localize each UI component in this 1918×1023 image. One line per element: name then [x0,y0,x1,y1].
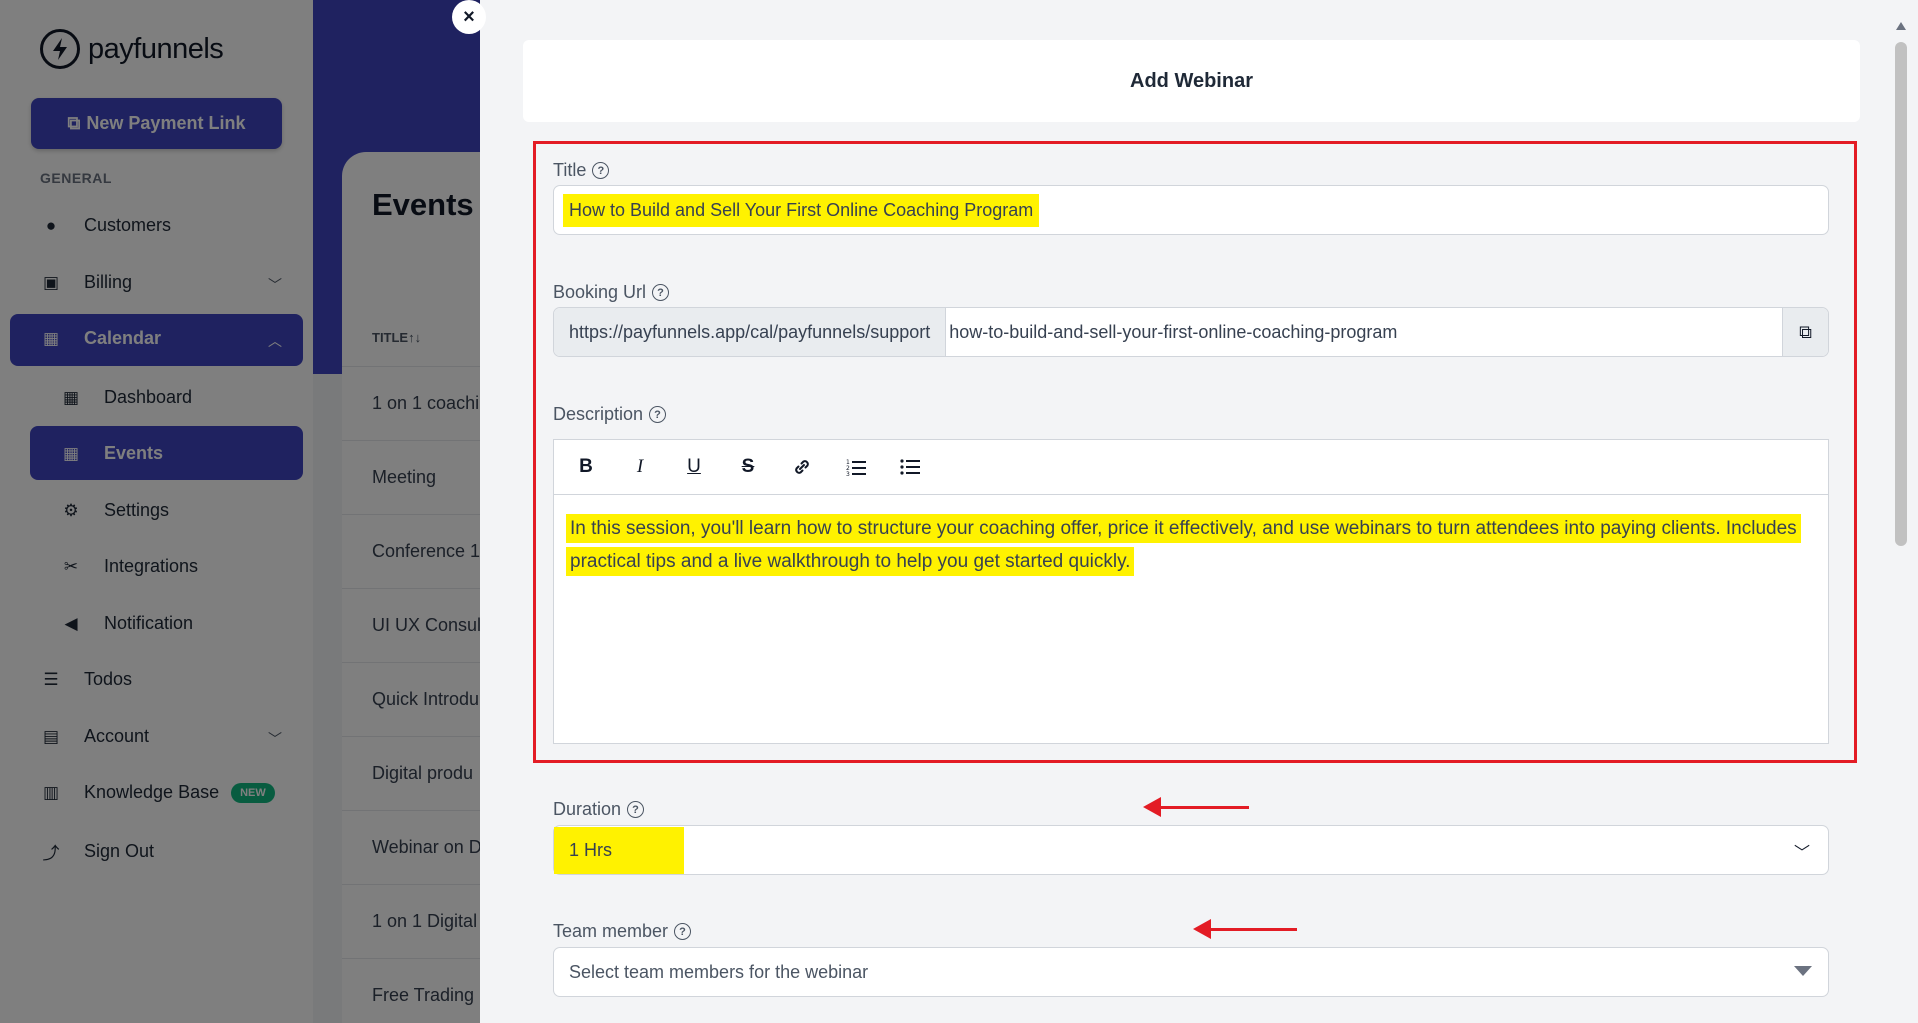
bullet-list-button[interactable] [896,453,924,481]
description-label-text: Description [553,404,644,424]
booking-url-label: Booking Url ? [553,282,670,303]
chevron-down-icon: ﹀ [1793,845,1810,862]
caret-down-icon [1794,966,1812,976]
help-icon[interactable]: ? [627,801,645,818]
annotation-arrow [1143,797,1249,817]
ordered-list-icon: 123 [846,459,866,476]
team-member-label-text: Team member [553,921,669,941]
duration-value: 1 Hrs [554,826,685,874]
title-label: Title ? [553,160,610,181]
booking-url-prefix: https://payfunnels.app/cal/payfunnels/su… [554,308,947,356]
booking-url-group: https://payfunnels.app/cal/payfunnels/su… [553,307,1829,357]
help-icon[interactable]: ? [592,162,610,179]
title-label-text: Title [553,160,587,180]
help-icon[interactable]: ? [652,284,670,301]
help-icon[interactable]: ? [674,923,692,940]
italic-button[interactable]: I [626,453,654,481]
bullet-list-icon [900,459,920,475]
team-member-select[interactable]: Select team members for the webinar [553,947,1829,997]
booking-url-input[interactable]: how-to-build-and-sell-your-first-online-… [946,322,1782,343]
booking-url-label-text: Booking Url [553,282,647,302]
description-value: In this session, you'll learn how to str… [566,514,1801,576]
description-editor: B I U S 123 In this session, you'll lear… [553,439,1829,744]
scroll-up-icon[interactable] [1896,22,1906,30]
ordered-list-button[interactable]: 123 [842,453,870,481]
annotation-arrow [1193,919,1297,939]
bold-button[interactable]: B [572,453,600,481]
close-modal-button[interactable]: × [452,0,486,34]
duration-select[interactable]: 1 Hrs ﹀ [553,825,1829,875]
description-textarea[interactable]: In this session, you'll learn how to str… [554,495,1828,595]
modal-title: Add Webinar [1130,69,1253,92]
strikethrough-button[interactable]: S [734,453,762,481]
description-label: Description ? [553,404,667,425]
team-member-placeholder: Select team members for the webinar [569,961,869,982]
duration-label-text: Duration [553,799,622,819]
link-icon [795,460,809,474]
editor-toolbar: B I U S 123 [554,440,1828,495]
link-button[interactable] [788,453,816,481]
add-webinar-panel: Add Webinar Title ? How to Build and Sel… [480,0,1918,1023]
help-icon[interactable]: ? [649,406,667,423]
scrollbar[interactable] [1894,22,1908,1023]
modal-title-bar: Add Webinar [523,40,1860,122]
title-input[interactable]: How to Build and Sell Your First Online … [553,185,1829,235]
team-member-label: Team member ? [553,921,692,942]
svg-text:3: 3 [846,471,850,476]
title-value: How to Build and Sell Your First Online … [563,193,1040,227]
underline-button[interactable]: U [680,453,708,481]
duration-label: Duration ? [553,799,645,820]
copy-icon: ⧉ [1799,321,1812,342]
close-icon: × [463,5,475,28]
copy-url-button[interactable]: ⧉ [1782,308,1828,356]
scrollbar-thumb[interactable] [1895,42,1907,546]
